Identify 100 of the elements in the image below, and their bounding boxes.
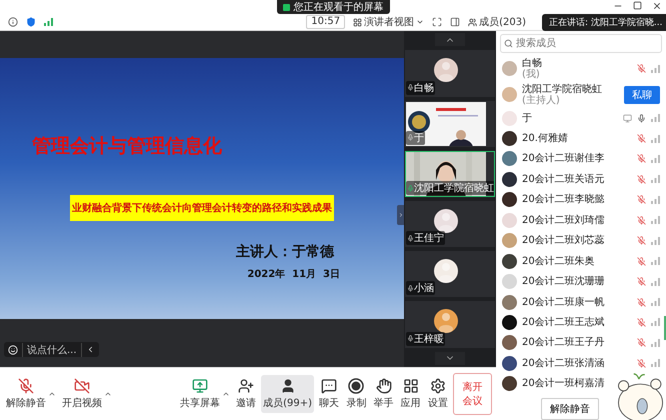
avatar (502, 356, 517, 371)
camera-off-icon (74, 378, 90, 394)
layout-icon[interactable] (450, 17, 460, 27)
toolbar-button[interactable]: 录制 (344, 375, 368, 413)
settings-icon (430, 378, 446, 394)
signal-icon (651, 196, 660, 204)
status-square-icon (282, 4, 290, 10)
banner-text: 您正在观看于的屏幕 (294, 0, 384, 14)
invite-icon (238, 378, 254, 394)
toolbar-button[interactable]: 举手 (372, 375, 396, 413)
shield-icon[interactable] (26, 17, 36, 27)
slide-speaker: 主讲人：于常德 (236, 243, 334, 261)
panel-handle[interactable] (397, 205, 404, 225)
member-name: 20会计二班王志斌 (522, 316, 606, 328)
grid-icon (353, 18, 362, 26)
participant-name: 于 (414, 132, 424, 145)
chevron-right-icon (398, 212, 404, 218)
mic-icon (407, 234, 414, 242)
share-screen-icon (192, 378, 208, 394)
caret-icon (416, 18, 424, 26)
record-icon (348, 378, 364, 394)
signal-icon (651, 257, 660, 266)
caret-icon[interactable] (48, 390, 56, 398)
mic-icon (407, 184, 414, 192)
video-tile[interactable]: 白畅 (405, 50, 495, 97)
video-tile[interactable]: 于 (405, 100, 495, 147)
avatar (502, 192, 517, 208)
hand-icon (376, 378, 392, 394)
member-name: 20会计二班关语元 (522, 174, 606, 185)
avatar (502, 294, 517, 310)
person-icon (280, 378, 296, 394)
video-tile[interactable]: 沈阳工学院宿晓虹 (405, 150, 495, 198)
unmute-button[interactable]: 解除静音 (541, 398, 599, 420)
avatar (502, 61, 517, 76)
video-tile[interactable]: 王梓暖 (405, 301, 495, 348)
video-tile[interactable]: 小涵 (405, 251, 495, 298)
toolbar-button[interactable]: 成员(99+) (261, 375, 314, 413)
signal-icon (651, 216, 660, 224)
members-toggle[interactable]: 成员(203) (468, 15, 526, 29)
avatar (502, 151, 517, 166)
maximize-icon[interactable] (633, 1, 642, 10)
signal-icon (651, 114, 660, 122)
participant-name: 小涵 (414, 282, 434, 296)
search-icon (504, 39, 513, 48)
comment-placeholder[interactable]: 说点什么... (22, 342, 82, 356)
close-icon[interactable] (652, 1, 662, 11)
avatar (502, 376, 517, 392)
info-icon[interactable] (8, 17, 18, 27)
member-name: 白畅 (522, 58, 543, 69)
toolbar-button[interactable]: 开启视频 (60, 375, 104, 413)
signal-icon (651, 64, 660, 73)
avatar (502, 274, 517, 290)
signal-icon (651, 298, 660, 306)
chat-button[interactable]: 私聊 (624, 86, 660, 104)
caret-icon[interactable] (104, 390, 112, 398)
toolbar-button[interactable]: 设置 (426, 375, 450, 413)
participant-name: 王佳宁 (414, 232, 444, 246)
avatar (502, 87, 517, 102)
member-role: (我) (522, 68, 541, 80)
avatar (502, 110, 517, 126)
member-name: 20会计二班李晓懿 (522, 194, 606, 206)
smiley-icon[interactable] (8, 344, 18, 354)
view-dropdown[interactable]: 演讲者视图 (353, 15, 424, 29)
participant-name: 沈阳工学院宿晓虹 (414, 182, 494, 196)
signal-icon (651, 359, 660, 368)
apps-icon (402, 378, 419, 394)
toolbar-button[interactable]: 解除静音 (4, 375, 48, 413)
fullscreen-icon[interactable] (432, 17, 442, 27)
speaking-text: 正在讲话: 沈阳工学院宿晓... (549, 16, 662, 29)
mic-icon (407, 134, 414, 142)
member-name: 20会计二班康一帆 (522, 296, 606, 308)
signal-icon (651, 134, 660, 142)
avatar (502, 172, 517, 187)
mic-icon (407, 84, 414, 92)
member-name: 于 (522, 112, 533, 124)
member-name: 沈阳工学院宿晓虹 (522, 84, 603, 95)
caret-icon[interactable] (222, 390, 230, 398)
member-name: 20.何雅婧 (522, 133, 569, 144)
signal-icon (44, 18, 53, 26)
member-name: 20会计二班朱奥 (522, 256, 596, 267)
slide-date: 2022年 11月 3日 (247, 268, 340, 281)
video-tile[interactable]: 王佳宁 (405, 201, 495, 248)
signal-icon (651, 175, 660, 184)
member-name: 20会计二班王子丹 (522, 337, 606, 348)
leave-meeting-button[interactable]: 离开会议 (453, 373, 492, 415)
toolbar-button[interactable]: 邀请 (234, 375, 258, 413)
toolbar-button[interactable]: 应用 (398, 375, 423, 413)
mic-icon (407, 335, 414, 342)
signal-icon (651, 154, 660, 163)
toolbar-button[interactable]: 聊天 (317, 375, 342, 413)
avatar (502, 254, 517, 269)
people-icon (468, 18, 478, 26)
signal-icon (651, 236, 660, 245)
toolbar-button[interactable]: 共享屏幕 (178, 375, 222, 413)
search-field[interactable]: 搜索成员 (500, 34, 662, 53)
slide-subtitle: 业财融合背景下传统会计向管理会计转变的路径和实践成果 (70, 195, 334, 221)
participant-name: 王梓暖 (414, 332, 444, 346)
member-name: 20会计二班沈珊珊 (522, 276, 606, 288)
member-name: 20会计二班谢佳李 (522, 153, 606, 164)
member-name: 20会计二班刘琦儒 (522, 214, 606, 226)
